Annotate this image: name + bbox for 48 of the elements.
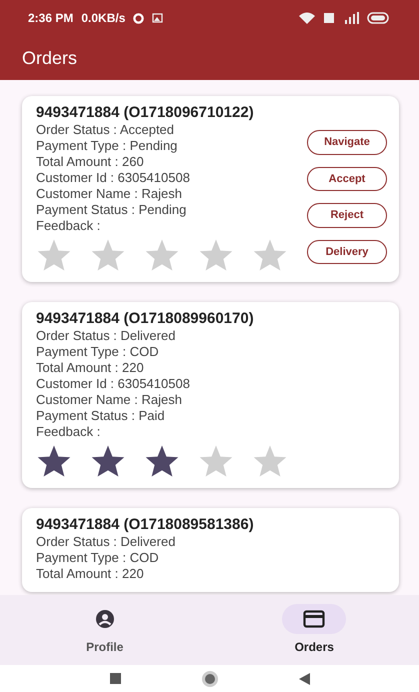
order-detail: Payment Status : Pending — [36, 202, 188, 218]
action-button[interactable]: Navigate — [307, 130, 387, 154]
network-speed: 0.0KB/s — [81, 10, 126, 27]
order-detail: Order Status : Delivered — [36, 534, 176, 550]
order-detail: Order Status : Accepted — [36, 122, 176, 138]
image-icon — [152, 13, 164, 23]
order-detail: Payment Type : Pending — [36, 138, 178, 154]
order-detail: Customer Name : Rajesh — [36, 186, 183, 202]
order-detail: Total Amount : 220 — [36, 566, 145, 582]
order-detail: Total Amount : 220 — [36, 360, 145, 376]
app-bar-title: Orders — [22, 46, 78, 70]
filled-star-icon[interactable] — [36, 444, 72, 478]
home-icon[interactable] — [200, 670, 218, 688]
action-button[interactable]: Accept — [307, 166, 387, 191]
empty-star-icon[interactable] — [90, 238, 126, 272]
order-title: 9493471884 (O1718089960170) — [36, 310, 255, 328]
back-icon[interactable] — [298, 672, 310, 684]
battery-icon — [367, 12, 391, 24]
order-detail: Payment Status : Paid — [36, 408, 166, 424]
card-icon — [303, 610, 326, 628]
order-title: 9493471884 (O1718096710122) — [36, 104, 255, 122]
recents-icon[interactable] — [110, 673, 120, 684]
order-detail: Total Amount : 260 — [36, 154, 145, 170]
nav-tab[interactable]: Orders — [276, 603, 352, 657]
filled-star-icon[interactable] — [90, 444, 126, 478]
order-detail: Order Status : Delivered — [36, 328, 176, 344]
action-button[interactable]: Reject — [307, 203, 387, 228]
empty-star-icon[interactable] — [252, 444, 288, 478]
order-detail: Payment Type : COD — [36, 550, 160, 566]
order-detail: Feedback : — [36, 218, 102, 234]
wifi-icon — [299, 12, 315, 24]
account-icon — [94, 609, 115, 629]
empty-star-icon[interactable] — [198, 238, 234, 272]
empty-star-icon[interactable] — [198, 444, 234, 478]
nav-tab[interactable]: Profile — [66, 603, 143, 657]
action-button[interactable]: Delivery — [307, 240, 387, 264]
order-detail: Customer Name : Rajesh — [36, 392, 183, 408]
order-detail: Customer Id : 6305410508 — [36, 376, 191, 392]
empty-star-icon[interactable] — [144, 238, 180, 272]
status-time: 2:36 PM — [28, 10, 74, 27]
order-title: 9493471884 (O1718089581386) — [36, 516, 255, 534]
order-detail: Customer Id : 6305410508 — [36, 170, 191, 186]
order-detail: Feedback : — [36, 424, 102, 440]
order-detail: Payment Type : COD — [36, 344, 160, 360]
empty-star-icon[interactable] — [36, 238, 72, 272]
signal-icon — [343, 12, 359, 24]
filled-star-icon[interactable] — [144, 444, 180, 478]
empty-star-icon[interactable] — [252, 238, 288, 272]
